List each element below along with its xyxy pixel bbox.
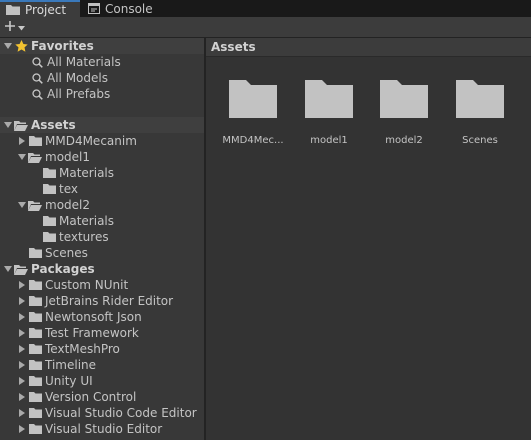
package-item[interactable]: Visual Studio Code Editor bbox=[0, 405, 221, 421]
folder-icon bbox=[456, 76, 504, 121]
package-item[interactable]: Timeline bbox=[0, 357, 221, 373]
expand-arrow-icon[interactable] bbox=[17, 329, 26, 338]
open-folder-icon bbox=[14, 119, 28, 131]
folder-icon bbox=[28, 375, 42, 387]
open-folder-icon bbox=[28, 151, 42, 163]
package-item[interactable]: Version Control bbox=[0, 389, 221, 405]
expand-arrow-icon[interactable] bbox=[17, 345, 26, 354]
favorite-item[interactable]: All Materials bbox=[0, 54, 234, 70]
expand-arrow-icon[interactable] bbox=[17, 281, 26, 290]
expand-arrow-icon[interactable] bbox=[3, 265, 12, 274]
console-icon bbox=[88, 3, 100, 14]
tree-item-scenes[interactable]: Scenes bbox=[0, 245, 232, 261]
package-item[interactable]: Newtonsoft Json bbox=[0, 309, 221, 325]
favorite-item[interactable]: All Models bbox=[0, 70, 234, 86]
chevron-down-icon bbox=[18, 20, 25, 34]
package-item[interactable]: Unity UI bbox=[0, 373, 221, 389]
expand-arrow-icon[interactable] bbox=[17, 361, 26, 370]
folder-icon bbox=[42, 167, 56, 179]
create-dropdown-button[interactable] bbox=[4, 18, 32, 36]
folder-icon bbox=[6, 4, 20, 15]
folder-icon bbox=[28, 423, 42, 435]
tab-console[interactable]: Console bbox=[86, 0, 168, 17]
folder-icon bbox=[28, 343, 42, 355]
package-item[interactable]: Test Framework bbox=[0, 325, 221, 341]
asset-name: model2 bbox=[385, 135, 423, 146]
folder-icon bbox=[28, 279, 42, 291]
tree-section-assets[interactable]: Assets bbox=[0, 117, 207, 133]
asset-folder-model2[interactable]: model2 bbox=[367, 76, 441, 146]
tree-item-model2[interactable]: model2 bbox=[0, 197, 221, 213]
tree-section-packages[interactable]: Packages bbox=[0, 261, 207, 277]
tab-strip: Project Console bbox=[0, 0, 531, 17]
tree-item-mmd4mecanim[interactable]: MMD4Mecanim bbox=[0, 133, 221, 149]
asset-folder-scenes[interactable]: Scenes bbox=[443, 76, 517, 146]
folder-icon bbox=[28, 407, 42, 419]
tree-section-favorites[interactable]: Favorites bbox=[0, 38, 207, 54]
search-icon bbox=[30, 72, 44, 84]
tab-project[interactable]: Project bbox=[0, 0, 80, 17]
package-item[interactable]: TextMeshPro bbox=[0, 341, 221, 357]
tree-item-model1[interactable]: model1 bbox=[0, 149, 221, 165]
expand-arrow-icon[interactable] bbox=[17, 153, 26, 162]
folder-icon bbox=[28, 327, 42, 339]
expand-arrow-icon[interactable] bbox=[3, 42, 12, 51]
search-icon bbox=[30, 56, 44, 68]
asset-grid-panel: Assets MMD4Mec... model1 model2 Scenes bbox=[206, 38, 531, 440]
expand-arrow-icon[interactable] bbox=[17, 137, 26, 146]
folder-icon bbox=[28, 247, 42, 259]
project-toolbar bbox=[0, 17, 531, 38]
package-item[interactable]: Custom NUnit bbox=[0, 277, 221, 293]
asset-name: model1 bbox=[310, 135, 348, 146]
folder-icon bbox=[28, 311, 42, 323]
folder-icon bbox=[28, 359, 42, 371]
packages-label: Packages bbox=[31, 262, 95, 276]
expand-arrow-icon[interactable] bbox=[17, 393, 26, 402]
folder-icon bbox=[229, 76, 277, 121]
asset-name: MMD4Mec... bbox=[222, 135, 284, 146]
expand-arrow-icon[interactable] bbox=[17, 425, 26, 434]
folder-icon bbox=[28, 391, 42, 403]
open-folder-icon bbox=[14, 263, 28, 275]
favorite-item[interactable]: All Prefabs bbox=[0, 86, 234, 102]
plus-icon bbox=[4, 20, 16, 35]
assets-label: Assets bbox=[31, 118, 76, 132]
favorites-label: Favorites bbox=[31, 39, 94, 53]
expand-arrow-icon[interactable] bbox=[17, 313, 26, 322]
asset-folder-model1[interactable]: model1 bbox=[292, 76, 366, 146]
project-tree-panel: Favorites All Materials All Models All P… bbox=[0, 38, 207, 440]
expand-arrow-icon[interactable] bbox=[17, 201, 26, 210]
folder-icon bbox=[42, 231, 56, 243]
folder-icon bbox=[42, 215, 56, 227]
expand-arrow-icon[interactable] bbox=[3, 121, 12, 130]
expand-arrow-icon[interactable] bbox=[17, 297, 26, 306]
asset-folder-mmd4mecanim[interactable]: MMD4Mec... bbox=[216, 76, 290, 146]
breadcrumb-assets[interactable]: Assets bbox=[211, 40, 256, 54]
folder-icon bbox=[305, 76, 353, 121]
expand-arrow-icon[interactable] bbox=[17, 409, 26, 418]
folder-icon bbox=[28, 295, 42, 307]
package-item[interactable]: Visual Studio Editor bbox=[0, 421, 221, 437]
folder-icon bbox=[28, 135, 42, 147]
open-folder-icon bbox=[28, 199, 42, 211]
search-icon bbox=[30, 88, 44, 100]
star-icon bbox=[14, 40, 28, 52]
asset-name: Scenes bbox=[462, 135, 498, 146]
asset-path-header: Assets bbox=[206, 38, 531, 57]
tab-console-label: Console bbox=[105, 1, 153, 16]
folder-icon bbox=[42, 183, 56, 195]
folder-icon bbox=[380, 76, 428, 121]
package-item[interactable]: JetBrains Rider Editor bbox=[0, 293, 221, 309]
expand-arrow-icon[interactable] bbox=[17, 377, 26, 386]
tab-project-label: Project bbox=[25, 2, 67, 17]
